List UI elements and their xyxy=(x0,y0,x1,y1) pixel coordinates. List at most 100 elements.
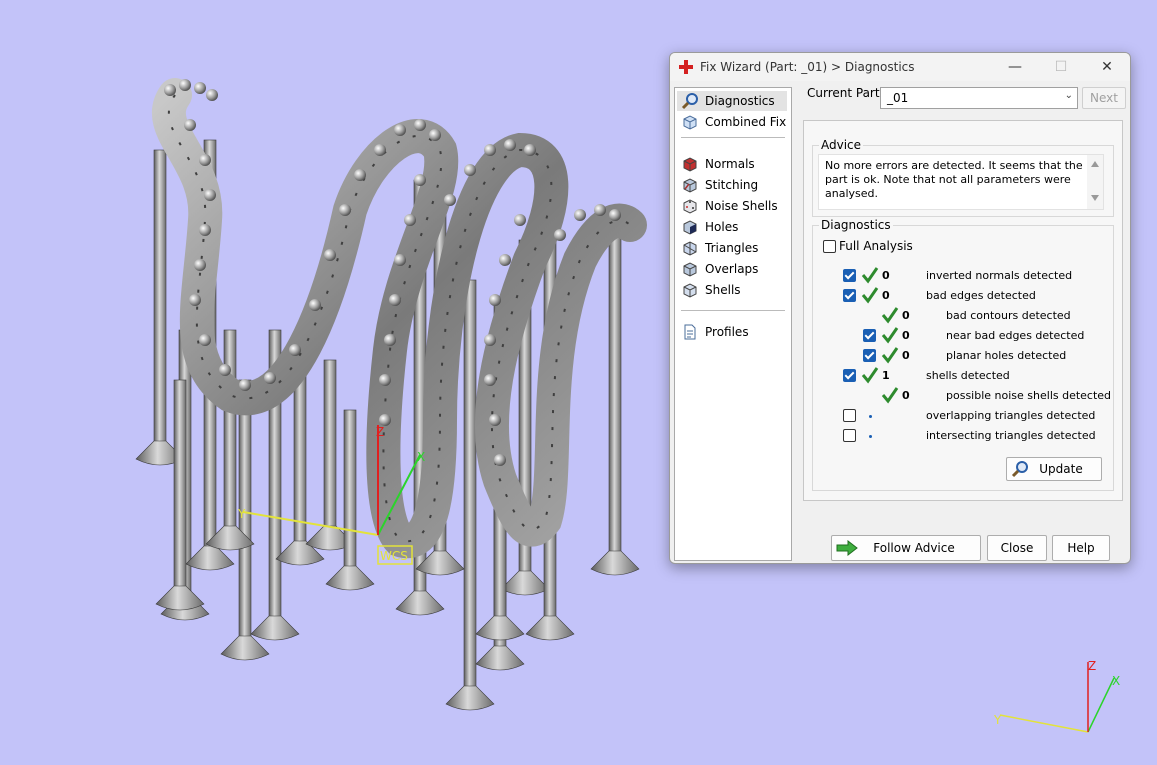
scroll-down-icon[interactable] xyxy=(1091,195,1099,201)
sidebar-item-label: Profiles xyxy=(705,325,749,339)
sidebar-item-normals[interactable]: Normals xyxy=(677,154,787,174)
chevron-down-icon: ⌄ xyxy=(1064,90,1073,101)
sucker-bead xyxy=(189,294,201,306)
overlaps-cube-icon xyxy=(683,262,697,277)
fix-wizard-dialog: Fix Wizard (Part: _01) > Diagnostics — ☐… xyxy=(669,52,1131,564)
close-window-button[interactable]: ✕ xyxy=(1084,53,1130,81)
holes-cube-icon xyxy=(683,220,697,235)
triangles-cube-icon xyxy=(683,241,697,256)
support-foot xyxy=(475,645,525,671)
sucker-bead xyxy=(199,334,211,346)
sucker-bead xyxy=(264,372,276,384)
bad-contours-count: 0 xyxy=(902,309,910,322)
support-foot xyxy=(220,635,270,661)
shells-label: shells detected xyxy=(926,369,1010,382)
follow-advice-label: Follow Advice xyxy=(873,541,955,555)
full-analysis-checkbox[interactable] xyxy=(823,240,836,253)
sidebar-item-label: Diagnostics xyxy=(705,94,775,108)
intersecting-triangles-checkbox[interactable] xyxy=(843,429,856,442)
support-foot xyxy=(445,685,495,711)
inverted-normals-label: inverted normals detected xyxy=(926,269,1073,282)
planar-holes-count: 0 xyxy=(902,349,910,362)
support-foot xyxy=(475,615,525,641)
sidebar-item-label: Overlaps xyxy=(705,262,759,276)
support-foot xyxy=(590,550,640,576)
sucker-bead xyxy=(414,174,426,186)
sidebar-item-triangles[interactable]: Triangles xyxy=(677,238,787,258)
check-ok-icon xyxy=(881,387,899,404)
triad-x-label: X xyxy=(1112,674,1120,688)
sidebar-item-diagnostics[interactable]: Diagnostics xyxy=(677,91,787,111)
check-ok-icon xyxy=(861,287,879,304)
sucker-bead xyxy=(489,414,501,426)
sucker-bead xyxy=(499,254,511,266)
follow-advice-button[interactable]: Follow Advice xyxy=(831,535,981,561)
sucker-bead xyxy=(524,144,536,156)
overlapping-triangles-checkbox[interactable] xyxy=(843,409,856,422)
support-foot xyxy=(500,570,550,596)
sucker-bead xyxy=(389,294,401,306)
sidebar-item-profiles[interactable]: Profiles xyxy=(677,322,787,342)
diagnostics-title: Diagnostics xyxy=(819,218,893,232)
inverted-normals-checkbox[interactable] xyxy=(843,269,856,282)
title-bar[interactable]: Fix Wizard (Part: _01) > Diagnostics — ☐… xyxy=(670,53,1130,81)
support-foot xyxy=(325,565,375,591)
check-ok-icon xyxy=(861,367,879,384)
sucker-bead xyxy=(414,119,426,131)
sidebar-divider xyxy=(681,137,785,138)
shells-checkbox[interactable] xyxy=(843,369,856,382)
check-ok-icon xyxy=(881,347,899,364)
next-button[interactable]: Next xyxy=(1082,87,1126,109)
sucker-bead xyxy=(394,254,406,266)
overlapping-triangles-label: overlapping triangles detected xyxy=(926,409,1096,422)
triad-z-label: Z xyxy=(1088,659,1096,673)
pending-dot-icon xyxy=(869,435,872,438)
green-arrow-icon xyxy=(836,540,858,556)
pending-dot-icon xyxy=(869,415,872,418)
sucker-bead xyxy=(179,79,191,91)
close-button[interactable]: Close xyxy=(987,535,1047,561)
sucker-bead xyxy=(494,454,506,466)
sucker-bead xyxy=(554,229,566,241)
current-part-value: _01 xyxy=(887,91,909,105)
shells-count: 1 xyxy=(882,369,890,382)
minimize-button[interactable]: — xyxy=(992,53,1038,81)
support-pillar xyxy=(343,409,357,581)
sidebar-item-stitching[interactable]: Stitching xyxy=(677,175,787,195)
sidebar-item-noise-shells[interactable]: Noise Shells xyxy=(677,196,787,216)
sucker-bead xyxy=(404,214,416,226)
scroll-up-icon[interactable] xyxy=(1091,161,1099,167)
sucker-bead xyxy=(184,119,196,131)
maximize-button[interactable]: ☐ xyxy=(1038,53,1084,81)
sidebar-item-label: Combined Fix xyxy=(705,115,787,129)
stitching-cube-icon xyxy=(683,178,697,193)
bad-edges-label: bad edges detected xyxy=(926,289,1036,302)
update-button[interactable]: Update xyxy=(1006,457,1102,481)
support-foot xyxy=(250,615,300,641)
planar-holes-checkbox[interactable] xyxy=(863,349,876,362)
sucker-bead xyxy=(239,379,251,391)
check-ok-icon xyxy=(881,307,899,324)
sucker-bead xyxy=(489,294,501,306)
sidebar-item-label: Triangles xyxy=(705,241,759,255)
advice-scrollbar[interactable] xyxy=(1087,155,1103,209)
update-label: Update xyxy=(1039,462,1083,476)
sidebar-item-overlaps[interactable]: Overlaps xyxy=(677,259,787,279)
sidebar-item-holes[interactable]: Holes xyxy=(677,217,787,237)
triad-y-label: Y xyxy=(993,713,1002,727)
wcs-x-label: X xyxy=(417,450,425,464)
wcs-z-label: Z xyxy=(376,425,384,439)
bad-edges-checkbox[interactable] xyxy=(843,289,856,302)
support-pillar xyxy=(323,359,337,541)
magnifier-icon xyxy=(1011,461,1028,478)
support-pillar xyxy=(608,229,622,566)
current-part-select[interactable]: _01 ⌄ xyxy=(880,87,1078,109)
help-button[interactable]: Help xyxy=(1052,535,1110,561)
sucker-bead xyxy=(429,129,441,141)
sucker-bead xyxy=(394,124,406,136)
sidebar-item-combined-fix[interactable]: Combined Fix xyxy=(677,112,787,132)
support-pillar xyxy=(173,379,187,601)
near-bad-edges-checkbox[interactable] xyxy=(863,329,876,342)
sidebar-item-shells[interactable]: Shells xyxy=(677,280,787,300)
sucker-bead xyxy=(574,209,586,221)
